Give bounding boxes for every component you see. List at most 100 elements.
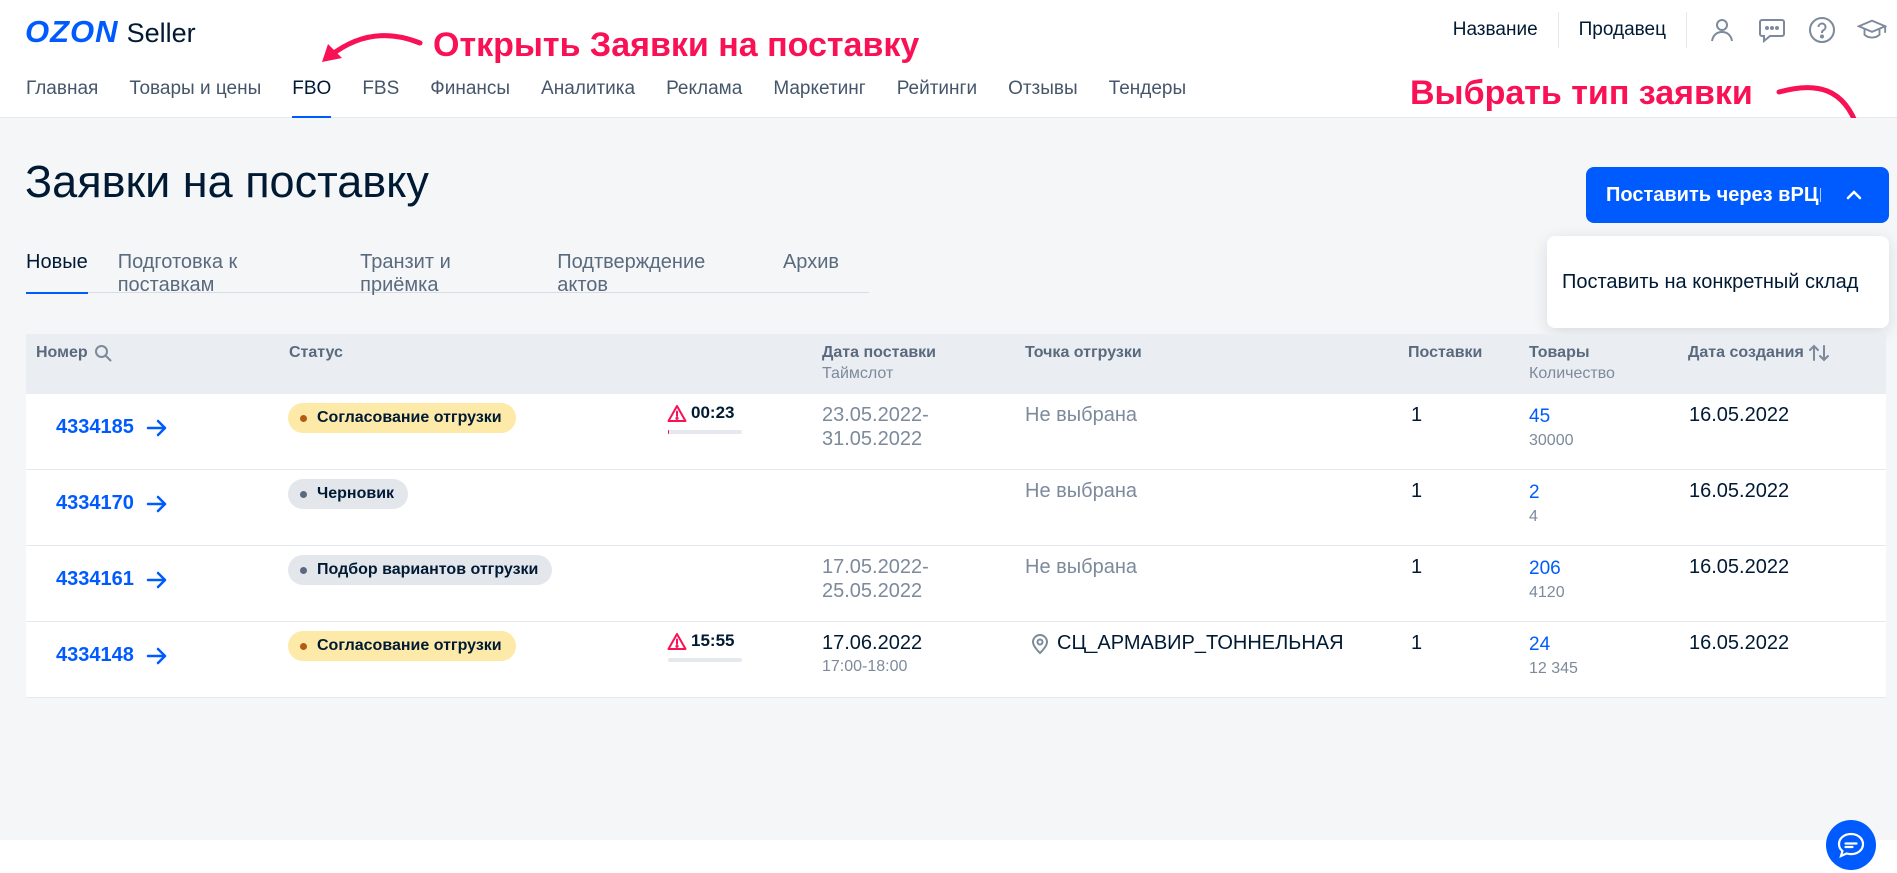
header-created[interactable]: Дата создания [1688,344,1830,362]
nav-item-tenders[interactable]: Тендеры [1109,78,1186,118]
status-badge: Согласование отгрузки [288,631,516,661]
company-name-link[interactable]: Название [1433,12,1559,48]
tab-acts[interactable]: Подтверждение актов [557,251,753,296]
tab-transit[interactable]: Транзит и приёмка [360,251,527,296]
status-dot [300,490,307,498]
main-navigation: Главная Товары и цены FBO FBS Финансы Ан… [26,78,1217,118]
status-text: Черновик [317,485,395,502]
sort-icon[interactable] [1808,344,1830,362]
supplies-count: 1 [1411,480,1423,502]
table-row[interactable]: 4334185 Согласование отгрузки 00:23 23.05.2… [26,394,1886,470]
header-date: Дата поставки Таймслот [822,344,936,383]
nav-item-fbo[interactable]: FBO [292,78,332,118]
goods-count-link[interactable]: 24 [1529,634,1550,656]
supply-date-second-line: 17:00-18:00 [822,658,908,675]
header-created-label: Дата создания [1688,344,1804,361]
warning-icon [667,632,687,650]
table-row[interactable]: 4334148 Согласование отгрузки 15:55 17.06.2… [26,622,1886,698]
header-number-label: Номер [36,344,88,361]
chevron-up-icon[interactable] [1843,184,1865,206]
request-number-link[interactable]: 4334161 [56,568,168,591]
header-date-label: Дата поставки [822,344,937,361]
tab-new[interactable]: Новые [26,251,88,294]
header-goods-label: Товары [1529,344,1590,361]
status-dot [300,566,307,574]
created-date: 16.05.2022 [1689,480,1790,502]
table-row[interactable]: 4334170 Черновик Не выбрана 1 2 4 16.05.2022 [26,470,1886,546]
location-pin-icon [1031,633,1049,654]
goods-count-link[interactable]: 2 [1529,482,1540,504]
supplies-count: 1 [1411,404,1423,426]
chat-icon[interactable] [1757,15,1787,45]
nav-item-ads[interactable]: Реклама [666,78,742,118]
status-badge: Согласование отгрузки [288,403,516,433]
shipment-point: Не выбрана [1025,480,1137,502]
timer-value: 00:23 [691,403,735,422]
status-text: Подбор вариантов отгрузки [317,561,539,578]
supply-date: 17.06.2022 [822,632,923,654]
status-text: Согласование отгрузки [317,637,502,654]
supply-date-second-line: 31.05.2022 [822,428,923,450]
header-number[interactable]: Номер [36,344,112,362]
nav-item-analytics[interactable]: Аналитика [541,78,635,118]
support-chat-icon [1837,832,1865,858]
nav-item-reviews[interactable]: Отзывы [1008,78,1078,118]
nav-item-ratings[interactable]: Рейтинги [897,78,977,118]
shipment-point[interactable]: СЦ_АРМАВИР_ТОННЕЛЬНАЯ [1031,632,1344,655]
footer-strip [0,840,1897,873]
support-chat-button[interactable] [1826,820,1876,870]
user-icon[interactable] [1707,15,1737,45]
nav-item-finance[interactable]: Финансы [430,78,510,118]
header-supplies: Поставки [1408,344,1483,361]
request-type-dropdown: Поставить на конкретный склад [1547,236,1889,328]
request-number: 4334148 [56,644,134,666]
header-status: Статус [289,344,343,361]
goods-quantity: 12 345 [1529,660,1578,677]
created-date: 16.05.2022 [1689,404,1790,426]
dropdown-option-specific-warehouse[interactable]: Поставить на конкретный склад [1562,271,1858,294]
annotation-open-requests: Открыть Заявки на поставку [433,26,920,64]
request-number: 4334161 [56,568,134,590]
created-date: 16.05.2022 [1689,632,1790,654]
shipment-point: Не выбрана [1025,404,1137,426]
create-request-split-button[interactable]: Поставить через вРЦ [1586,167,1889,223]
nav-item-fbs[interactable]: FBS [362,78,399,118]
request-number-link[interactable]: 4334185 [56,416,168,439]
nav-item-marketing[interactable]: Маркетинг [773,78,865,118]
arrow-right-icon [146,571,167,588]
ozon-seller-logo[interactable]: OZON Seller [25,14,196,50]
table-body: 4334185 Согласование отгрузки 00:23 23.05.2… [26,394,1886,698]
status-badge: Черновик [288,479,409,509]
help-icon[interactable] [1807,15,1837,45]
education-icon[interactable] [1857,15,1887,45]
tab-archive[interactable]: Архив [783,251,839,293]
created-date: 16.05.2022 [1689,556,1790,578]
goods-quantity: 4 [1529,508,1538,525]
header-goods: Товары Количество [1529,344,1615,383]
status-dot [300,642,307,650]
status-text: Согласование отгрузки [317,409,502,426]
search-icon[interactable] [94,344,112,362]
arrow-right-icon [146,647,167,664]
deadline-timer: 15:55 [667,631,734,651]
goods-count-link[interactable]: 206 [1529,558,1561,580]
supply-date: 17.05.2022- [822,556,929,578]
arrow-right-icon [146,419,167,436]
timer-value: 15:55 [691,631,735,650]
logo-suffix: Seller [126,18,196,48]
nav-item-home[interactable]: Главная [26,78,98,118]
request-number: 4334185 [56,416,134,438]
request-number-link[interactable]: 4334170 [56,492,168,515]
request-number-link[interactable]: 4334148 [56,644,168,667]
supply-date-second-line: 25.05.2022 [822,580,923,602]
create-request-button-label[interactable]: Поставить через вРЦ [1586,184,1820,207]
goods-count-link[interactable]: 45 [1529,406,1550,428]
tab-preparation[interactable]: Подготовка к поставкам [118,251,330,296]
table-row[interactable]: 4334161 Подбор вариантов отгрузки 17.05.20… [26,546,1886,622]
status-tabs: Новые Подготовка к поставкам Транзит и п… [26,251,869,296]
header-top-right: Название Продавец [1433,12,1897,48]
seller-link[interactable]: Продавец [1559,12,1687,48]
warning-icon [667,404,687,422]
nav-item-products[interactable]: Товары и цены [129,78,261,118]
annotation-arrow-open [322,33,423,62]
